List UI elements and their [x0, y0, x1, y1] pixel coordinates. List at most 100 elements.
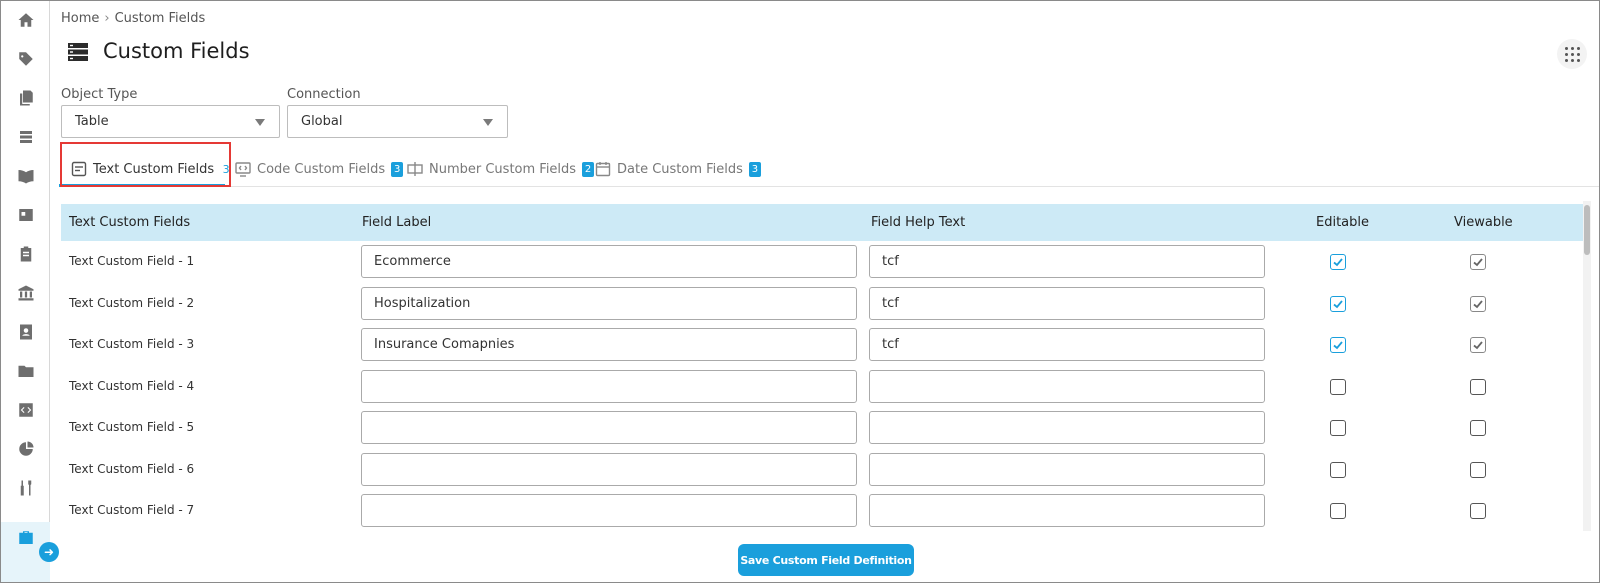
field-label-input[interactable] — [361, 411, 857, 444]
editable-checkbox[interactable] — [1330, 420, 1346, 436]
field-label-input[interactable] — [361, 369, 857, 403]
image-card-icon[interactable] — [15, 204, 37, 226]
custom-field-name: Text Custom Field - 6 — [69, 461, 195, 476]
tab-count-badge: 3 — [748, 161, 761, 177]
clock-chart-icon[interactable] — [15, 438, 37, 460]
code-icon[interactable] — [15, 399, 37, 421]
field-help-text-input[interactable] — [869, 369, 1265, 403]
custom-field-name: Text Custom Field - 1 — [69, 254, 195, 268]
bank-icon[interactable] — [15, 282, 37, 304]
tab-text-custom-fields[interactable]: Text Custom Fields 3 — [71, 151, 232, 187]
viewable-checkbox[interactable] — [1470, 337, 1486, 353]
column-header-viewable: Viewable — [1454, 215, 1513, 230]
breadcrumb-home[interactable]: Home — [61, 11, 99, 26]
field-help-text-input[interactable]: tcf — [869, 245, 1265, 278]
editable-checkbox[interactable] — [1330, 461, 1346, 478]
database-icon[interactable] — [15, 126, 37, 148]
scrollbar-thumb[interactable] — [1584, 205, 1590, 255]
field-help-text-input[interactable]: tcf — [869, 328, 1265, 361]
expand-sidebar-button[interactable]: ➜ — [39, 542, 59, 562]
custom-field-name: Text Custom Field - 7 — [69, 503, 195, 517]
custom-fields-table: Text Custom Fields Field Label Field Hel… — [61, 204, 1585, 538]
sidebar — [1, 1, 50, 582]
tab-count-badge: 3 — [391, 161, 404, 177]
field-help-text-value: tcf — [882, 337, 899, 352]
table-scrollbar[interactable] — [1583, 201, 1591, 531]
editable-checkbox[interactable] — [1330, 295, 1346, 312]
editable-checkbox[interactable] — [1330, 503, 1346, 519]
tab-number-custom-fields[interactable]: Number Custom Fields 2 — [407, 151, 595, 187]
breadcrumb: Home › Custom Fields — [61, 11, 205, 26]
documents-icon[interactable] — [15, 87, 37, 109]
column-header-field-label: Field Label — [362, 215, 432, 230]
connection-label: Connection — [287, 87, 361, 102]
field-help-text-value: tcf — [882, 254, 899, 269]
viewable-checkbox[interactable] — [1470, 378, 1486, 395]
field-label-value: Insurance Comapnies — [374, 337, 515, 352]
breadcrumb-separator: › — [104, 11, 110, 26]
number-field-icon — [407, 162, 423, 176]
field-label-input[interactable]: Insurance Comapnies — [361, 328, 857, 361]
editable-checkbox[interactable] — [1330, 254, 1346, 270]
apps-grid-button[interactable] — [1557, 39, 1587, 69]
table-row: Text Custom Field - 4 — [61, 366, 1585, 407]
editable-checkbox[interactable] — [1330, 378, 1346, 395]
viewable-checkbox[interactable] — [1470, 461, 1486, 478]
editable-checkbox[interactable] — [1330, 337, 1346, 353]
tab-label: Text Custom Fields — [93, 161, 215, 177]
viewable-checkbox[interactable] — [1470, 420, 1486, 436]
breadcrumb-current: Custom Fields — [114, 11, 206, 26]
field-help-text-input[interactable] — [869, 494, 1265, 527]
object-type-value: Table — [75, 114, 109, 129]
app-window: ➜ Home › Custom Fields Custom Fields Objec… — [0, 0, 1600, 583]
table-row: Text Custom Field - 5 — [61, 407, 1585, 448]
connection-value: Global — [301, 114, 343, 129]
folder-icon[interactable] — [15, 360, 37, 382]
field-label-input[interactable]: Ecommerce — [361, 245, 857, 278]
table-row: Text Custom Field - 2 Hospitalization tcf — [61, 283, 1585, 324]
table-row: Text Custom Field - 3 Insurance Comapnies… — [61, 324, 1585, 365]
main-content: Home › Custom Fields Custom Fields Object … — [51, 1, 1599, 582]
field-label-input[interactable]: Hospitalization — [361, 286, 857, 320]
table-row: Text Custom Field - 7 — [61, 490, 1585, 531]
column-header-help-text: Field Help Text — [871, 215, 966, 230]
chevron-down-icon — [483, 119, 493, 126]
field-help-text-input[interactable] — [869, 452, 1265, 486]
viewable-checkbox[interactable] — [1470, 503, 1486, 519]
briefcase-icon[interactable] — [15, 527, 37, 549]
tab-code-custom-fields[interactable]: Code Custom Fields 3 — [235, 151, 404, 187]
column-header-editable: Editable — [1316, 215, 1370, 230]
field-help-text-input[interactable] — [869, 411, 1265, 444]
custom-fields-icon — [68, 43, 88, 61]
tab-bar: Text Custom Fields 3 Code Custom Fields … — [61, 151, 1599, 187]
field-label-input[interactable] — [361, 494, 857, 527]
field-label-input[interactable] — [361, 452, 857, 486]
field-help-text-value: tcf — [882, 295, 899, 311]
field-label-value: Ecommerce — [374, 254, 451, 269]
book-icon[interactable] — [15, 165, 37, 187]
object-type-select[interactable]: Table — [61, 105, 280, 138]
tag-icon[interactable] — [15, 48, 37, 70]
tab-date-custom-fields[interactable]: Date Custom Fields 3 — [595, 151, 761, 187]
grid-icon — [1564, 46, 1580, 62]
custom-field-name: Text Custom Field - 3 — [69, 337, 195, 351]
field-help-text-input[interactable]: tcf — [869, 286, 1265, 320]
tab-label: Code Custom Fields — [257, 161, 386, 177]
custom-field-name: Text Custom Field - 5 — [69, 420, 195, 434]
code-field-icon — [235, 162, 251, 177]
calendar-icon — [595, 162, 611, 177]
tab-label: Date Custom Fields — [617, 161, 743, 177]
contact-card-icon[interactable] — [15, 321, 37, 343]
table-header: Text Custom Fields Field Label Field Hel… — [61, 204, 1585, 241]
page-title: Custom Fields — [103, 39, 250, 63]
connection-select[interactable]: Global — [287, 105, 508, 138]
home-icon[interactable] — [15, 9, 37, 31]
text-field-icon — [71, 161, 87, 177]
viewable-checkbox[interactable] — [1470, 254, 1486, 270]
table-row: Text Custom Field - 1 Ecommerce tcf — [61, 241, 1585, 282]
tab-count-badge: 2 — [582, 161, 595, 177]
viewable-checkbox[interactable] — [1470, 295, 1486, 312]
tools-icon[interactable] — [15, 477, 37, 499]
clipboard-icon[interactable] — [15, 243, 37, 265]
save-custom-field-definition-button[interactable]: Save Custom Field Definition — [738, 544, 914, 576]
